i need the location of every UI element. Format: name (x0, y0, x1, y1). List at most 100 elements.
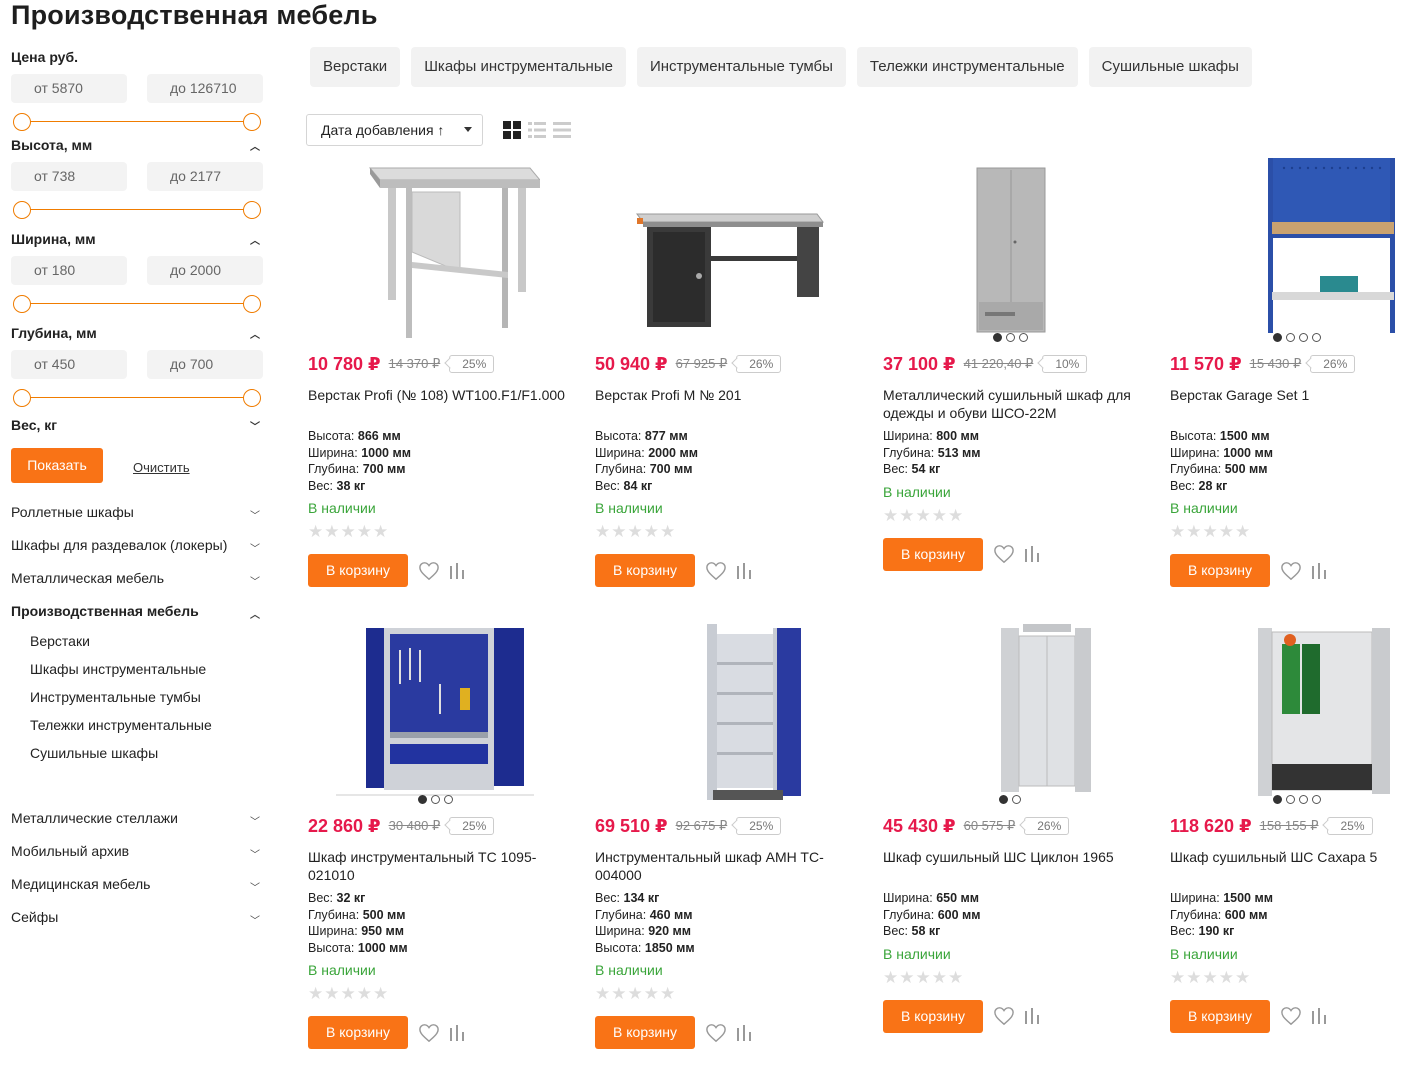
category-item[interactable]: Роллетные шкафы ﹀ (11, 495, 263, 528)
chevron-down-icon[interactable]: ﹀ (250, 813, 260, 828)
chip-tool-pedestals[interactable]: Инструментальные тумбы (636, 47, 846, 87)
chevron-up-icon[interactable]: ︿ (250, 606, 260, 621)
heart-icon[interactable] (418, 1023, 440, 1043)
add-to-cart-button[interactable]: В корзину (595, 554, 695, 588)
add-to-cart-button[interactable]: В корзину (883, 999, 983, 1033)
height-to-input[interactable]: до 2177 (147, 162, 263, 191)
compare-icon[interactable] (1024, 545, 1042, 563)
subcategory-item[interactable]: Верстаки (11, 627, 263, 655)
price-slider[interactable] (11, 112, 263, 132)
chip-drying-cabinets[interactable]: Сушильные шкафы (1088, 47, 1252, 87)
slider-min-handle[interactable] (13, 201, 31, 219)
heart-icon[interactable] (1280, 561, 1302, 581)
compare-icon[interactable] (1024, 1007, 1042, 1025)
chevron-down-icon[interactable]: ﹀ (250, 507, 260, 522)
chevron-down-icon[interactable]: ﹀ (250, 846, 260, 861)
depth-to-input[interactable]: до 700 (147, 350, 263, 379)
image-carousel-dots[interactable] (1162, 795, 1408, 804)
product-name[interactable]: Верстак Profi (№ 108) WT100.F1/F1.000 (300, 386, 568, 422)
image-carousel-dots[interactable] (875, 795, 1145, 804)
clear-button[interactable]: Очистить (133, 460, 190, 475)
chip-tool-carts[interactable]: Тележки инструментальные (856, 47, 1078, 87)
category-item[interactable]: Медицинская мебель ﹀ (11, 867, 263, 900)
slider-max-handle[interactable] (243, 295, 261, 313)
category-item[interactable]: Сейфы ﹀ (11, 900, 263, 933)
product-name[interactable]: Шкаф сушильный ШС Циклон 1965 (875, 848, 1143, 884)
product-name[interactable]: Инструментальный шкаф AMH TC-004000 (587, 848, 855, 884)
chevron-up-icon[interactable]: ︿ (250, 326, 260, 341)
height-from-input[interactable]: от 738 (11, 162, 127, 191)
sort-select[interactable]: Дата добавления ↑ (306, 114, 483, 146)
heart-icon[interactable] (705, 1023, 727, 1043)
add-to-cart-button[interactable]: В корзину (308, 1016, 408, 1050)
rating-stars[interactable]: ★★★★★ (300, 984, 570, 1006)
depth-from-input[interactable]: от 450 (11, 350, 127, 379)
subcategory-item[interactable]: Шкафы инструментальные (11, 655, 263, 683)
chip-workbenches[interactable]: Верстаки (310, 47, 401, 87)
add-to-cart-button[interactable]: В корзину (1170, 554, 1270, 588)
chevron-down-icon[interactable]: ﹀ (250, 879, 260, 894)
product-name[interactable]: Верстак Profi M № 201 (587, 386, 855, 422)
compact-list-view-icon[interactable] (553, 121, 571, 139)
image-carousel-dots[interactable] (875, 333, 1145, 342)
image-carousel-dots[interactable] (1162, 333, 1408, 342)
compare-icon[interactable] (736, 562, 754, 580)
slider-min-handle[interactable] (13, 113, 31, 131)
depth-filter-label[interactable]: Глубина, мм ︿ (11, 322, 263, 344)
weight-filter-label[interactable]: Вес, кг ﹀ (11, 414, 263, 436)
price-from-input[interactable]: от 5870 (11, 74, 127, 103)
chip-tool-cabinets[interactable]: Шкафы инструментальные (411, 47, 626, 87)
rating-stars[interactable]: ★★★★★ (1162, 968, 1408, 990)
chevron-up-icon[interactable]: ︿ (250, 232, 260, 247)
grid-view-icon[interactable] (503, 121, 521, 139)
price-to-input[interactable]: до 126710 (147, 74, 263, 103)
width-to-input[interactable]: до 2000 (147, 256, 263, 285)
subcategory-item[interactable]: Сушильные шкафы (11, 739, 263, 767)
rating-stars[interactable]: ★★★★★ (875, 968, 1145, 990)
depth-slider[interactable] (11, 388, 263, 408)
product-image[interactable] (875, 614, 1145, 804)
product-image[interactable] (587, 152, 857, 342)
product-name[interactable]: Шкаф сушильный ШС Сахара 5 (1162, 848, 1408, 884)
slider-max-handle[interactable] (243, 201, 261, 219)
image-carousel-dots[interactable] (300, 795, 570, 804)
compare-icon[interactable] (449, 562, 467, 580)
compare-icon[interactable] (449, 1024, 467, 1042)
category-item[interactable]: Мобильный архив ﹀ (11, 834, 263, 867)
category-item[interactable]: Металлическая мебель ﹀ (11, 561, 263, 594)
slider-max-handle[interactable] (243, 113, 261, 131)
rating-stars[interactable]: ★★★★★ (1162, 522, 1408, 544)
width-from-input[interactable]: от 180 (11, 256, 127, 285)
subcategory-item[interactable]: Инструментальные тумбы (11, 683, 263, 711)
product-image[interactable] (587, 614, 857, 804)
rating-stars[interactable]: ★★★★★ (587, 522, 857, 544)
slider-max-handle[interactable] (243, 389, 261, 407)
heart-icon[interactable] (705, 561, 727, 581)
add-to-cart-button[interactable]: В корзину (595, 1016, 695, 1050)
chevron-up-icon[interactable]: ︿ (250, 138, 260, 153)
product-name[interactable]: Шкаф инструментальный ТС 1095-021010 (300, 848, 568, 884)
rating-stars[interactable]: ★★★★★ (587, 984, 857, 1006)
product-image[interactable] (1162, 614, 1408, 804)
chevron-down-icon[interactable]: ﹀ (250, 418, 260, 433)
category-item[interactable]: Металлические стеллажи ﹀ (11, 801, 263, 834)
width-filter-label[interactable]: Ширина, мм ︿ (11, 228, 263, 250)
rating-stars[interactable]: ★★★★★ (300, 522, 570, 544)
product-name[interactable]: Верстак Garage Set 1 (1162, 386, 1408, 422)
heart-icon[interactable] (993, 544, 1015, 564)
list-view-icon[interactable] (528, 121, 546, 139)
product-image[interactable] (1162, 152, 1408, 342)
slider-min-handle[interactable] (13, 389, 31, 407)
add-to-cart-button[interactable]: В корзину (308, 554, 408, 588)
chevron-down-icon[interactable]: ﹀ (250, 540, 260, 555)
heart-icon[interactable] (993, 1006, 1015, 1026)
width-slider[interactable] (11, 294, 263, 314)
show-button[interactable]: Показать (11, 448, 103, 483)
add-to-cart-button[interactable]: В корзину (883, 537, 983, 571)
product-image[interactable] (875, 152, 1145, 342)
heart-icon[interactable] (1280, 1006, 1302, 1026)
product-image[interactable] (300, 152, 570, 342)
subcategory-item[interactable]: Тележки инструментальные (11, 711, 263, 739)
chevron-down-icon[interactable]: ﹀ (250, 573, 260, 588)
heart-icon[interactable] (418, 561, 440, 581)
